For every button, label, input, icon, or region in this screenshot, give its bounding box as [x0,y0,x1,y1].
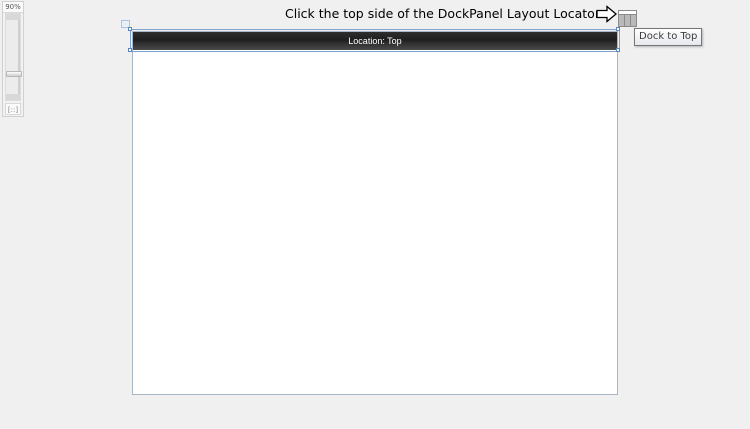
dock-layout-locator-icon[interactable] [618,10,637,27]
dock-panel-header[interactable]: Location: Top [133,32,617,50]
zoom-panel: 90% [::] [2,1,24,117]
zoom-fit-button[interactable]: [::] [5,103,21,115]
right-arrow-icon [596,5,618,23]
instruction-text: Click the top side of the DockPanel Layo… [285,6,600,21]
zoom-value: 90% [3,2,23,13]
zoom-slider[interactable] [5,13,22,101]
designer-canvas: 90% [::] Location: Top Click the top sid… [0,0,750,429]
zoom-rail [18,20,20,94]
dock-locator-right-zone[interactable] [631,15,636,26]
zoom-slider-thumb[interactable] [6,71,22,77]
selection-handle-bottom-right[interactable] [616,48,620,52]
selection-handle-top-left[interactable] [128,27,132,31]
dock-to-top-tooltip: Dock to Top [634,28,703,46]
selection-handle-bottom-left[interactable] [128,48,132,52]
zoom-out-region[interactable] [6,94,20,100]
artboard[interactable] [132,31,618,395]
selection-handle-top-right[interactable] [616,27,620,31]
